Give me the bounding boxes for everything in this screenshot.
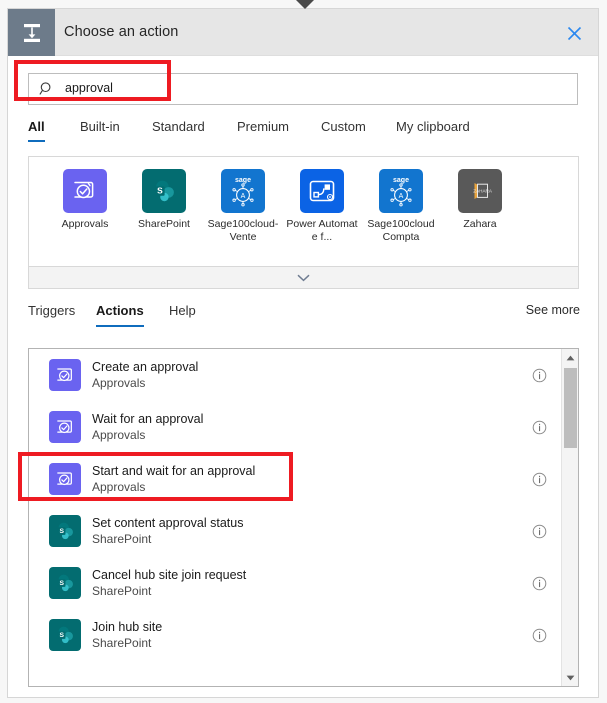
action-connector: Approvals [92,375,146,390]
tab-triggers[interactable]: Triggers [28,303,75,326]
action-text: Wait for an approval Approvals [92,412,203,443]
filter-tab-built-in[interactable]: Built-in [80,119,120,140]
action-title: Cancel hub site join request [92,567,247,582]
search-input[interactable]: approval [28,73,578,105]
svg-text:A: A [241,193,246,200]
action-connector: SharePoint [92,583,152,598]
connector-filter-tabs: All Built-in Standard Premium Custom My … [28,119,580,149]
action-text: Start and wait for an approval Approvals [92,464,255,495]
svg-text:S: S [157,186,163,196]
action-text: Join hub site SharePoint [92,620,162,651]
action-text: Set content approval status SharePoint [92,516,243,547]
expand-connectors-button[interactable] [28,267,579,289]
action-title: Create an approval [92,359,199,374]
filter-tab-all[interactable]: All [28,119,45,142]
sharepoint-icon: S [49,515,81,547]
choose-an-action-dialog: Choose an action approval All Built-in S… [7,8,599,698]
info-icon[interactable] [532,628,547,643]
connector-power-automate[interactable]: Power Automate f... [285,169,359,243]
action-results-inner: Create an approval Approvals Wait for an… [29,349,561,686]
action-connector: SharePoint [92,531,152,546]
action-title: Join hub site [92,619,163,634]
connector-sage100cloud-compta[interactable]: sage A Sage100cloudCompta [364,169,438,243]
approvals-icon [49,359,81,391]
scrollbar-thumb[interactable] [564,368,577,448]
dialog-header: Choose an action [8,9,598,56]
action-text: Cancel hub site join request SharePoint [92,568,246,599]
connector-zahara[interactable]: ZAHARA Zahara [443,169,517,231]
connector-sage100cloud-vente[interactable]: sage A Sage100cloud-Vente [206,169,280,243]
svg-text:ZAHARA: ZAHARA [473,189,493,194]
filter-tab-my-clipboard[interactable]: My clipboard [396,119,470,140]
search-icon [39,81,55,97]
svg-text:S: S [59,632,64,639]
action-row-set-content-approval-status[interactable]: S Set content approval status SharePoint [29,505,561,557]
connector-label: Zahara [463,218,497,230]
svg-text:A: A [399,193,404,200]
approvals-icon [49,463,81,495]
results-scrollbar[interactable] [561,349,578,686]
scroll-down-icon[interactable] [562,669,578,686]
action-text: Create an approval Approvals [92,360,198,391]
screenshot-root: Choose an action approval All Built-in S… [0,0,607,703]
filter-tab-premium[interactable]: Premium [237,119,289,140]
filter-tab-standard[interactable]: Standard [152,119,205,140]
sharepoint-icon: S [142,169,186,213]
power-automate-icon [300,169,344,213]
scroll-up-icon[interactable] [562,349,578,366]
svg-text:sage: sage [393,177,409,184]
search-input-value: approval [65,81,113,95]
action-row-cancel-hub-site-join-request[interactable]: S Cancel hub site join request SharePoin… [29,557,561,609]
connector-sharepoint[interactable]: S SharePoint [127,169,201,231]
connector-gallery: Approvals S SharePoint sage A Sage100clo… [28,156,579,267]
tab-actions[interactable]: Actions [96,303,144,327]
action-row-create-an-approval[interactable]: Create an approval Approvals [29,349,561,401]
action-connector: Approvals [92,427,146,442]
action-connector: Approvals [92,479,146,494]
info-icon[interactable] [532,368,547,383]
action-results-list: Create an approval Approvals Wait for an… [28,348,579,687]
sharepoint-icon: S [49,619,81,651]
approvals-icon [49,411,81,443]
connector-label: Power Automate f... [286,218,358,243]
action-row-start-and-wait-for-an-approval[interactable]: Start and wait for an approval Approvals [29,453,561,505]
callout-caret-icon [296,0,314,9]
tab-help[interactable]: Help [169,303,196,326]
see-more-link[interactable]: See more [526,303,580,317]
action-title: Set content approval status [92,515,244,530]
info-icon[interactable] [532,472,547,487]
connector-label: Sage100cloudCompta [367,218,435,243]
action-connector: SharePoint [92,635,152,650]
connector-label: Approvals [61,218,109,230]
insert-action-icon [8,9,55,56]
svg-text:sage: sage [235,177,251,184]
sage-icon: sage A [379,169,423,213]
connector-label: SharePoint [138,218,190,230]
action-row-join-hub-site[interactable]: S Join hub site SharePoint [29,609,561,661]
filter-tab-custom[interactable]: Custom [321,119,366,140]
sage-icon: sage A [221,169,265,213]
action-title: Start and wait for an approval [92,463,256,478]
svg-text:S: S [59,580,64,587]
action-row-wait-for-an-approval[interactable]: Wait for an approval Approvals [29,401,561,453]
dialog-title: Choose an action [64,24,179,40]
info-icon[interactable] [532,420,547,435]
approvals-icon [63,169,107,213]
zahara-icon: ZAHARA [458,169,502,213]
chevron-down-icon [297,269,310,287]
connector-label: Sage100cloud-Vente [207,218,279,243]
info-icon[interactable] [532,524,547,539]
connector-approvals[interactable]: Approvals [48,169,122,231]
svg-text:S: S [59,528,64,535]
action-title: Wait for an approval [92,411,204,426]
result-tabs: Triggers Actions Help See more [28,303,580,335]
sharepoint-icon: S [49,567,81,599]
close-icon[interactable] [558,17,590,49]
info-icon[interactable] [532,576,547,591]
